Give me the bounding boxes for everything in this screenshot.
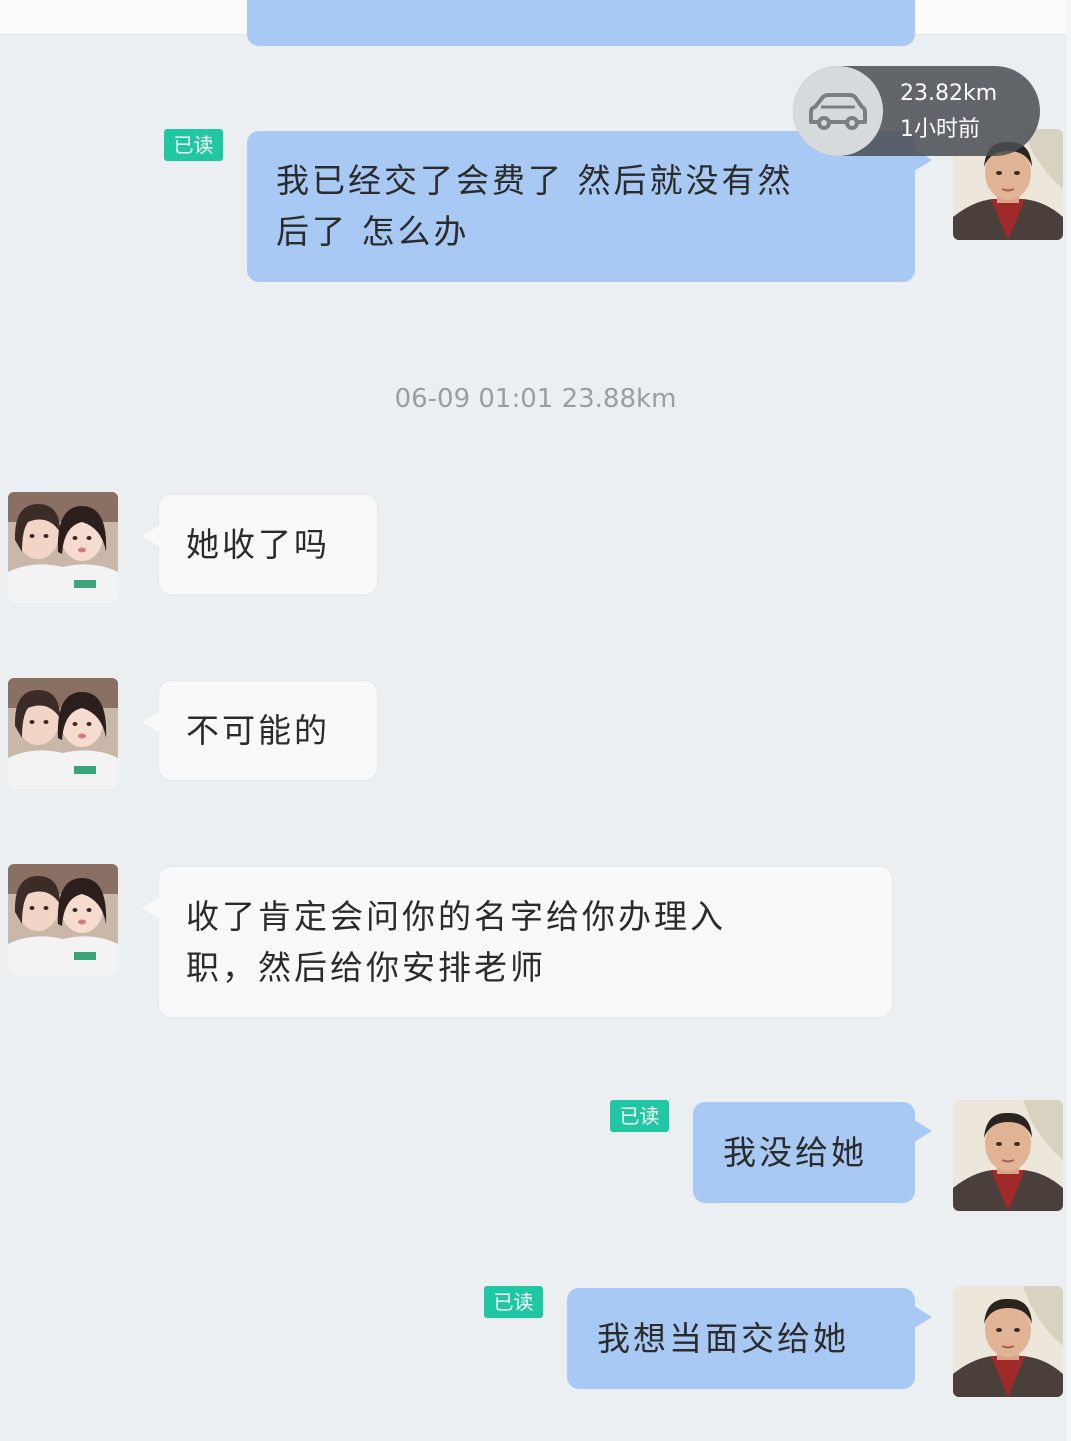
message-bubble-incoming[interactable]: 她收了吗 bbox=[142, 495, 377, 594]
message-bubble-incoming[interactable]: 不可能的 bbox=[142, 681, 377, 780]
read-badge: 已读 bbox=[610, 1100, 669, 1132]
avatar-contact[interactable] bbox=[8, 492, 118, 603]
avatar-contact[interactable] bbox=[8, 864, 118, 975]
avatar-contact[interactable] bbox=[8, 678, 118, 789]
message-line: 我已经交了会费了 然后就没有然 bbox=[276, 161, 794, 200]
message-line: 不可能的 bbox=[186, 711, 330, 750]
message-bubble-incoming[interactable]: 收了肯定会问你的名字给你办理入 职，然后给你安排老师 bbox=[142, 867, 892, 1017]
message-bubble-outgoing[interactable]: 我想当面交给她 bbox=[567, 1288, 932, 1389]
time-ago-text: 1小时前 bbox=[900, 117, 980, 142]
scroll-edge bbox=[1066, 0, 1071, 1441]
message-line: 她收了吗 bbox=[186, 525, 330, 564]
distance-widget[interactable]: 23.82km 1小时前 bbox=[793, 66, 1040, 156]
read-badge: 已读 bbox=[484, 1286, 543, 1318]
read-badge: 已读 bbox=[164, 129, 223, 161]
car-icon bbox=[793, 66, 883, 156]
message-line: 职，然后给你安排老师 bbox=[186, 948, 546, 987]
message-line: 收了肯定会问你的名字给你办理入 bbox=[186, 897, 726, 936]
avatar-self[interactable] bbox=[953, 1100, 1063, 1211]
message-line: 后了 怎么办 bbox=[276, 212, 470, 251]
distance-text: 23.82km bbox=[900, 81, 998, 106]
message-timestamp: 06-09 01:01 23.88km bbox=[394, 384, 677, 414]
avatar-self[interactable] bbox=[953, 1286, 1063, 1397]
message-line: 我没给她 bbox=[723, 1133, 867, 1172]
previous-message-bubble[interactable] bbox=[247, 0, 915, 46]
message-line: 我想当面交给她 bbox=[597, 1319, 849, 1358]
message-bubble-outgoing[interactable]: 我没给她 bbox=[693, 1102, 932, 1203]
